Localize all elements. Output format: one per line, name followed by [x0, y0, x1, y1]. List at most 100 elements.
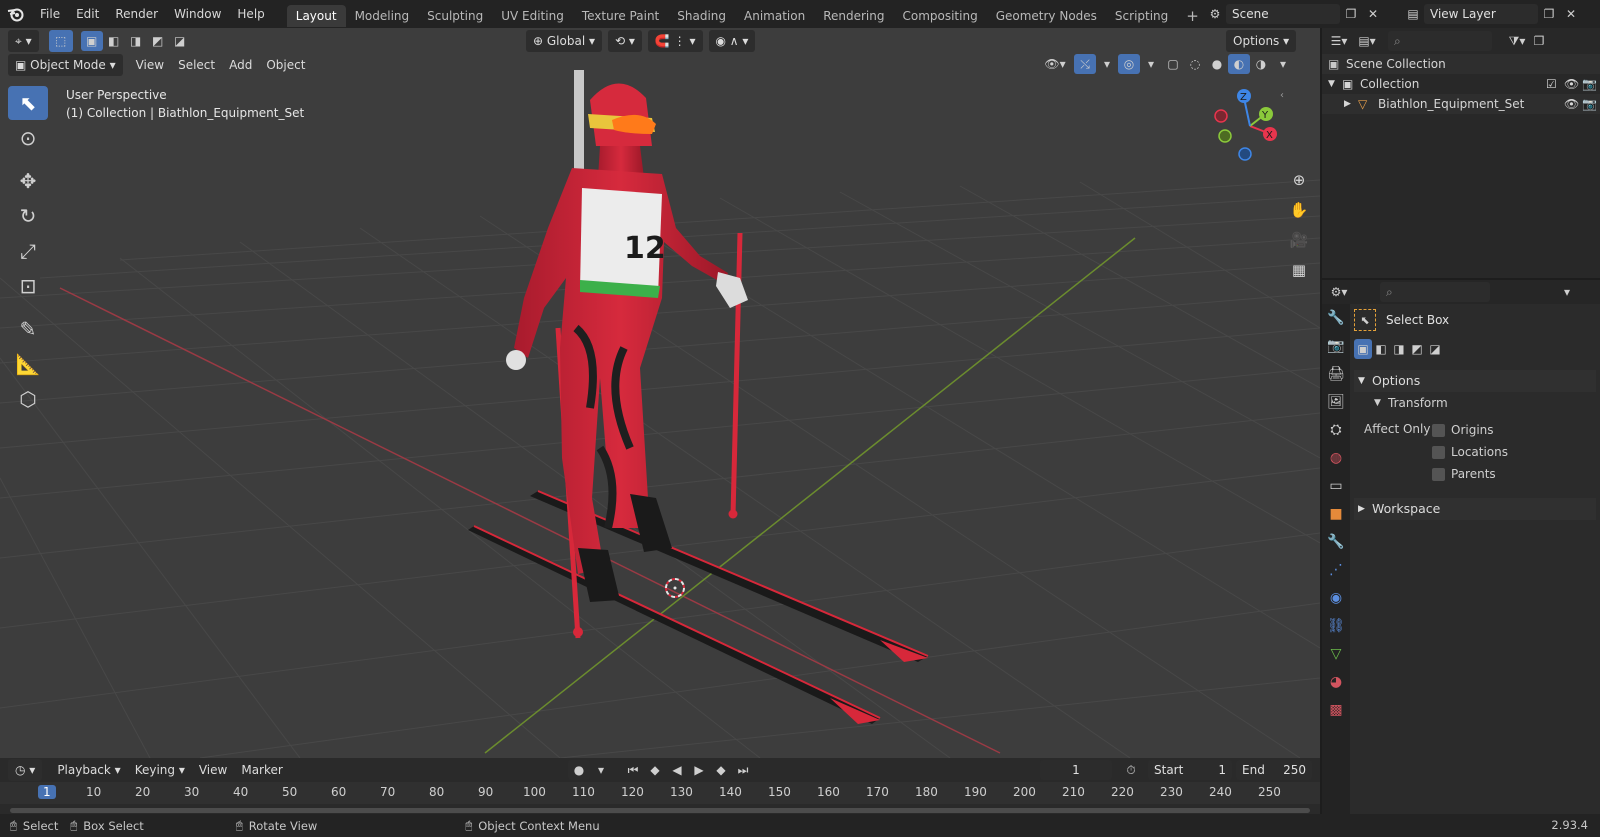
- options-dropdown[interactable]: Options ▾: [1226, 30, 1297, 52]
- tab-constraints-icon[interactable]: ⛓: [1322, 612, 1350, 640]
- perspective-grid-icon[interactable]: ▦: [1285, 256, 1313, 284]
- options-panel-header[interactable]: ▼ Options: [1354, 370, 1596, 392]
- tab-tool-icon[interactable]: 🔧: [1322, 304, 1350, 332]
- neg-z-axis-handle[interactable]: [1238, 147, 1252, 161]
- object-render-camera-icon[interactable]: 📷: [1582, 94, 1600, 114]
- menu-keying[interactable]: Keying ▾: [128, 759, 192, 781]
- annotate-tool-icon[interactable]: ✎: [8, 312, 48, 346]
- sel-mode-invert-icon[interactable]: ◩: [1408, 339, 1426, 359]
- rendered-shading-icon[interactable]: ◑: [1250, 54, 1272, 74]
- tab-object-icon[interactable]: ■: [1322, 500, 1350, 528]
- jump-start-icon[interactable]: ⏮: [622, 760, 644, 780]
- tab-rendering[interactable]: Rendering: [814, 5, 893, 27]
- sel-mode-extend-icon[interactable]: ◧: [1372, 339, 1390, 359]
- prev-keyframe-icon[interactable]: ◆: [644, 760, 666, 780]
- tab-texture-paint[interactable]: Texture Paint: [573, 5, 668, 27]
- auto-keying-icon[interactable]: ●: [568, 760, 590, 780]
- new-collection-icon[interactable]: ❐: [1528, 31, 1550, 51]
- outliner-editor-type-icon[interactable]: ☰▾: [1328, 31, 1350, 51]
- camera-view-icon[interactable]: 🎥: [1285, 226, 1313, 254]
- end-frame-field[interactable]: End 250: [1236, 760, 1312, 780]
- frame-ruler[interactable]: 1 10 20 30 40 50 60 70 80 90 100 110 120…: [0, 782, 1320, 804]
- tab-scene-icon[interactable]: ⛭: [1322, 416, 1350, 444]
- visibility-icon[interactable]: 👁▾: [1044, 54, 1066, 74]
- snap-dropdown[interactable]: 🧲 ⋮ ▾: [647, 30, 703, 52]
- tab-shading[interactable]: Shading: [668, 5, 735, 27]
- tab-modeling[interactable]: Modeling: [346, 5, 419, 27]
- menu-window[interactable]: Window: [166, 0, 229, 28]
- outliner-row-object[interactable]: ▶ ▽ Biathlon_Equipment_Set 👁 📷: [1322, 94, 1600, 114]
- menu-edit[interactable]: Edit: [68, 0, 107, 28]
- tab-animation[interactable]: Animation: [735, 5, 814, 27]
- visibility-eye-icon[interactable]: 👁: [1564, 74, 1582, 94]
- solid-shading-icon[interactable]: ●: [1206, 54, 1228, 74]
- outliner-row-collection[interactable]: ▼ ▣ Collection ☑ 👁 📷: [1322, 74, 1600, 94]
- tab-output-icon[interactable]: 🖨: [1322, 360, 1350, 388]
- rotate-tool-icon[interactable]: ↻: [8, 199, 48, 233]
- measure-tool-icon[interactable]: 📐: [8, 347, 48, 381]
- tab-modifiers-icon[interactable]: 🔧: [1322, 528, 1350, 556]
- view-layer-icon[interactable]: ▤: [1402, 4, 1424, 24]
- mode-intersect-icon[interactable]: ◪: [169, 31, 191, 51]
- tab-particles-icon[interactable]: ⋰: [1322, 556, 1350, 584]
- expand-object-icon[interactable]: ▶: [1344, 94, 1358, 114]
- render-camera-icon[interactable]: 📷: [1582, 74, 1600, 94]
- transform-orientation-dropdown[interactable]: ⊕ Global ▾: [526, 30, 602, 52]
- select-tool-icon[interactable]: ⬚: [48, 30, 73, 52]
- expand-collection-icon[interactable]: ▼: [1328, 74, 1342, 94]
- filter-icon[interactable]: ⧩▾: [1506, 31, 1528, 51]
- menu-view[interactable]: View: [129, 54, 171, 76]
- editor-type-button[interactable]: ⌖ ▾: [8, 30, 39, 52]
- next-keyframe-icon[interactable]: ◆: [710, 760, 732, 780]
- blender-logo-icon[interactable]: [0, 0, 32, 28]
- menu-marker[interactable]: Marker: [234, 759, 289, 781]
- outliner-row-scene-collection[interactable]: ▣ Scene Collection: [1322, 54, 1600, 74]
- preview-range-icon[interactable]: ⏱: [1120, 760, 1142, 780]
- overlay-dropdown-icon[interactable]: ▾: [1140, 54, 1162, 74]
- pivot-point-dropdown[interactable]: ⟲ ▾: [608, 30, 642, 52]
- transform-subpanel-header[interactable]: ▼ Transform: [1354, 392, 1596, 414]
- tab-material-icon[interactable]: ◕: [1322, 668, 1350, 696]
- locations-checkbox[interactable]: Locations: [1432, 442, 1508, 462]
- tab-world-icon[interactable]: ◍: [1322, 444, 1350, 472]
- menu-help[interactable]: Help: [229, 0, 272, 28]
- tab-layout[interactable]: Layout: [286, 4, 346, 27]
- tab-data-icon[interactable]: ▽: [1322, 640, 1350, 668]
- sel-mode-subtract-icon[interactable]: ◨: [1390, 339, 1408, 359]
- tab-compositing[interactable]: Compositing: [893, 5, 986, 27]
- play-icon[interactable]: ▶: [688, 760, 710, 780]
- tab-physics-icon[interactable]: ◉: [1322, 584, 1350, 612]
- mode-dropdown[interactable]: ▣ Object Mode ▾: [8, 54, 123, 76]
- add-cube-tool-icon[interactable]: ⬡: [8, 382, 48, 416]
- mode-subtract-icon[interactable]: ◨: [125, 31, 147, 51]
- mode-invert-icon[interactable]: ◩: [147, 31, 169, 51]
- timeline-editor-type-button[interactable]: ◷ ▾: [8, 759, 43, 781]
- display-mode-icon[interactable]: ▤▾: [1356, 31, 1378, 51]
- menu-object[interactable]: Object: [259, 54, 312, 76]
- transform-tool-icon[interactable]: ⊡: [8, 269, 48, 303]
- menu-timeline-view[interactable]: View: [192, 759, 234, 781]
- wireframe-shading-icon[interactable]: ◌: [1184, 54, 1206, 74]
- menu-select[interactable]: Select: [171, 54, 222, 76]
- menu-add[interactable]: Add: [222, 54, 259, 76]
- select-box-tool-icon[interactable]: ⬉: [8, 86, 48, 120]
- properties-options-dropdown-icon[interactable]: ▾: [1556, 282, 1578, 302]
- timeline-scrollbar[interactable]: [10, 808, 1310, 813]
- start-frame-field[interactable]: Start 1: [1148, 760, 1232, 780]
- mode-extend-icon[interactable]: ◧: [103, 31, 125, 51]
- gizmo-dropdown-icon[interactable]: ▾: [1096, 54, 1118, 74]
- gizmo-toggle-icon[interactable]: ⤯: [1074, 54, 1096, 74]
- mode-set-icon[interactable]: ▣: [80, 31, 103, 51]
- new-view-layer-icon[interactable]: ❐: [1538, 4, 1560, 24]
- sidebar-toggle-icon[interactable]: ‹: [1280, 90, 1284, 101]
- tab-texture-icon[interactable]: ▩: [1322, 696, 1350, 724]
- zoom-icon[interactable]: ⊕: [1285, 166, 1313, 194]
- tab-scripting[interactable]: Scripting: [1106, 5, 1177, 27]
- parents-checkbox[interactable]: Parents: [1432, 464, 1496, 484]
- move-tool-icon[interactable]: ✥: [8, 164, 48, 198]
- tab-collection-icon[interactable]: ▭: [1322, 472, 1350, 500]
- jump-end-icon[interactable]: ⏭: [732, 760, 754, 780]
- view-layer-field[interactable]: View Layer: [1424, 4, 1538, 24]
- shading-dropdown-icon[interactable]: ▾: [1272, 54, 1294, 74]
- play-reverse-icon[interactable]: ◀: [666, 760, 688, 780]
